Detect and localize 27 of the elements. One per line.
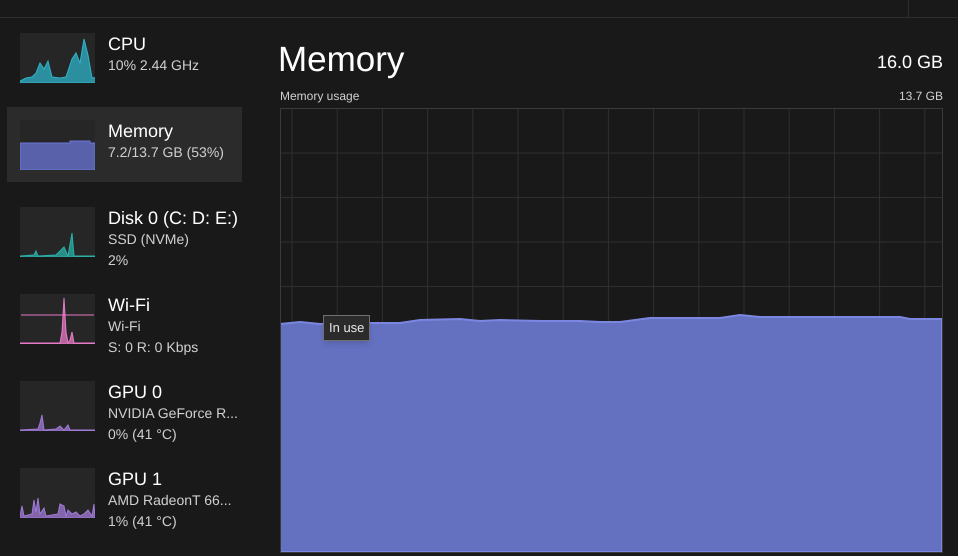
item-title: Memory [108,120,174,142]
sidebar-item[interactable]: GPU 0 NVIDIA GeForce R... 0% (41 °C) [7,368,242,443]
item-title: CPU [108,33,148,55]
item-detail: 1% (41 °C) [108,512,178,531]
item-title: GPU 0 [108,381,164,403]
item-title: GPU 1 [108,468,164,490]
item-detail: 7.2/13.7 GB (53%) [108,143,224,162]
graph-label: Memory usage [280,88,360,105]
sidebar-item[interactable]: CPU 10% 2.44 GHz [7,20,242,95]
item-detail: 10% 2.44 GHz [108,56,200,75]
item-detail: AMD RadeonT 66... [108,491,232,510]
item-detail: Wi-Fi [108,317,142,336]
item-detail: 2% [108,251,130,270]
item-detail: SSD (NVMe) [108,230,190,249]
item-detail: NVIDIA GeForce R... [108,404,238,423]
tooltip: In use [323,315,370,340]
page-title: Memory [278,39,404,81]
sidebar-item[interactable]: Wi-Fi Wi-Fi S: 0 R: 0 Kbps [7,281,242,356]
item-detail: 0% (41 °C) [108,425,178,444]
item-title: Wi-Fi [108,294,151,316]
item-title: Disk 0 (C: D: E:) [108,207,238,229]
graph-max: 13.7 GB [898,88,943,105]
sidebar-item[interactable]: Memory 7.2/13.7 GB (53%) [7,107,242,182]
item-detail: S: 0 R: 0 Kbps [108,338,198,357]
total-memory: 16.0 GB [876,51,943,74]
sidebar-item[interactable]: Disk 0 (C: D: E:) SSD (NVMe) 2% [7,194,242,269]
sidebar-item[interactable]: GPU 1 AMD RadeonT 66... 1% (41 °C) [7,455,242,530]
